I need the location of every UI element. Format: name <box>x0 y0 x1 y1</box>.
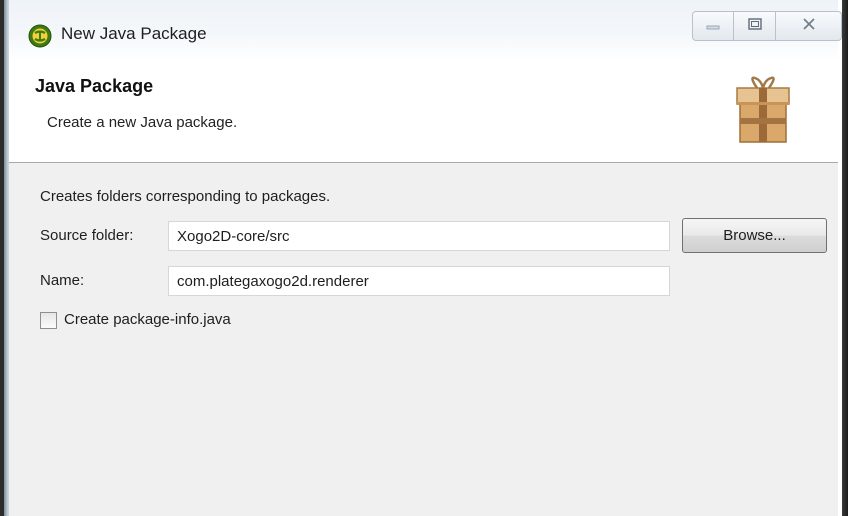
eclipse-icon <box>28 24 52 48</box>
source-folder-label: Source folder: <box>40 227 134 244</box>
content-description: Creates folders corresponding to package… <box>40 188 331 205</box>
caption-buttons <box>692 11 842 41</box>
window-frame-right <box>838 0 848 516</box>
package-name-input[interactable] <box>168 266 670 296</box>
wizard-content: Creates folders corresponding to package… <box>9 163 838 516</box>
browse-button[interactable]: Browse... <box>682 218 827 253</box>
page-description: Create a new Java package. <box>47 114 238 131</box>
window-title: New Java Package <box>61 24 207 43</box>
minimize-icon <box>706 17 720 35</box>
window-frame-left <box>0 0 9 516</box>
maximize-icon <box>747 17 762 35</box>
name-label: Name: <box>40 272 85 289</box>
title-bar[interactable]: New Java Package <box>9 0 842 62</box>
close-button[interactable] <box>776 11 842 41</box>
minimize-button[interactable] <box>692 11 734 41</box>
package-info-label[interactable]: Create package-info.java <box>64 311 231 328</box>
package-icon <box>731 74 795 146</box>
maximize-button[interactable] <box>734 11 776 41</box>
page-title: Java Package <box>35 76 154 96</box>
package-info-checkbox[interactable] <box>40 312 57 329</box>
close-icon <box>802 17 816 35</box>
dialog-window: New Java Package Java Package Create a n… <box>0 0 848 516</box>
source-folder-input[interactable] <box>168 221 670 251</box>
wizard-header: Java Package Create a new Java package. <box>9 62 838 163</box>
